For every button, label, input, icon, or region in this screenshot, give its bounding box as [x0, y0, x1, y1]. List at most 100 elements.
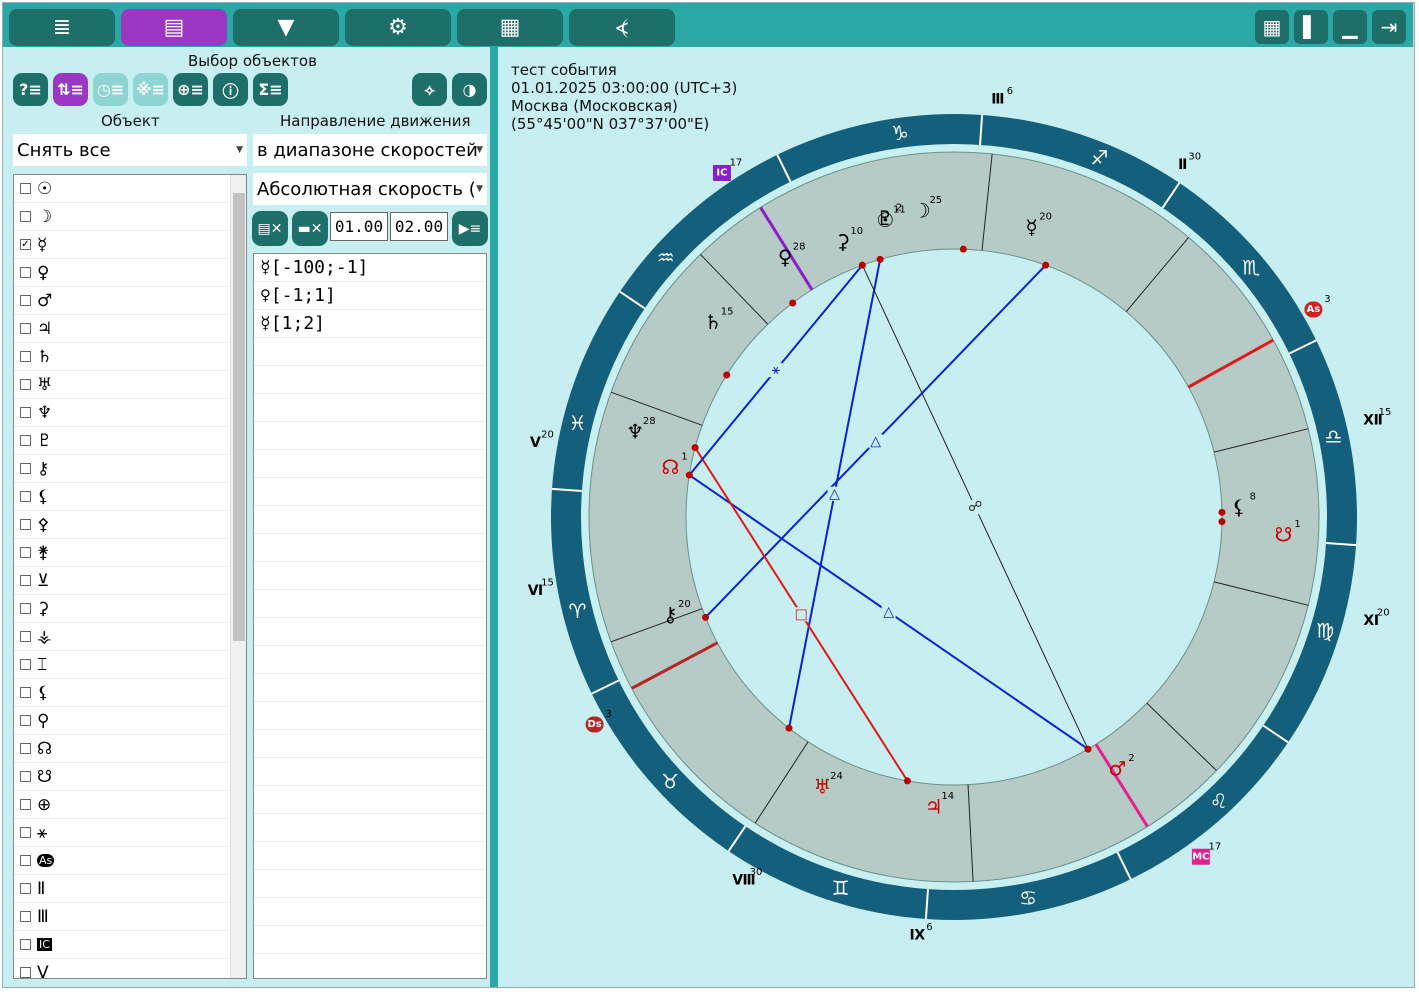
object-checkbox[interactable]	[20, 687, 31, 698]
object-list-item[interactable]: ✓ ☿	[14, 231, 246, 259]
natal-chart-wheel[interactable]: ♑♐♏♎♍♌♋♊♉♈♓♒Ⅲ 6Ⅱ 30Ⅻ15Ⅺ20Ⅸ 6Ⅷ30Ⅵ15Ⅴ 20IC17As…	[498, 47, 1414, 987]
object-list-item[interactable]: ⚵	[14, 539, 246, 567]
objects-icon: ▤	[163, 15, 185, 40]
object-checkbox[interactable]	[20, 743, 31, 754]
object-checkbox[interactable]	[20, 631, 31, 642]
time-list-button[interactable]: ◷≡	[93, 73, 128, 106]
object-checkbox[interactable]	[20, 351, 31, 362]
object-list-item[interactable]: ⚹	[14, 819, 246, 847]
object-checkbox[interactable]	[20, 603, 31, 614]
object-checkbox[interactable]	[20, 771, 31, 782]
aspect-list-button[interactable]: ※≡	[133, 73, 168, 106]
object-checkbox[interactable]: ✓	[20, 239, 31, 250]
object-checkbox[interactable]	[20, 267, 31, 278]
range-list-item[interactable]: ☿[1;2]	[254, 310, 486, 338]
object-list-item[interactable]: ♇	[14, 427, 246, 455]
object-list-item[interactable]: ♂	[14, 287, 246, 315]
logo-button[interactable]: ⦓	[569, 9, 675, 46]
object-checkbox[interactable]	[20, 883, 31, 894]
object-checkbox[interactable]	[20, 379, 31, 390]
panel-toggle-button[interactable]: ▌	[1294, 10, 1328, 44]
object-glyph: ⚵	[37, 542, 50, 563]
object-list-item[interactable]: As	[14, 847, 246, 875]
object-list-item[interactable]: ⚴	[14, 511, 246, 539]
objects-button[interactable]: ▤	[121, 9, 227, 46]
range-list-item[interactable]: ☿[-100;-1]	[254, 254, 486, 282]
planet-glyph: ☿	[1026, 215, 1038, 239]
object-list-item[interactable]: ♀	[14, 259, 246, 287]
exit-button[interactable]: ⇥	[1372, 10, 1406, 44]
object-checkbox[interactable]	[20, 463, 31, 474]
object-checkbox[interactable]	[20, 575, 31, 586]
object-checkbox[interactable]	[20, 295, 31, 306]
object-list-item[interactable]: ☋	[14, 763, 246, 791]
object-list-item[interactable]: ♆	[14, 399, 246, 427]
object-list-item[interactable]: ⚷	[14, 455, 246, 483]
range-list-item[interactable]: ♀[-1;1]	[254, 282, 486, 310]
help-list-button[interactable]: ?≡	[13, 73, 48, 106]
grid-button[interactable]: ▦	[1255, 10, 1289, 44]
nodes-button[interactable]: ⟡	[412, 73, 447, 106]
object-list-item[interactable]: ☽	[14, 203, 246, 231]
object-list-item[interactable]: Ⅱ	[14, 875, 246, 903]
object-checkbox[interactable]	[20, 659, 31, 670]
object-list-scrollbar[interactable]	[230, 175, 246, 978]
wheel-button[interactable]: ◑	[452, 73, 487, 106]
object-checkbox[interactable]	[20, 435, 31, 446]
settings-button[interactable]: ⚙	[345, 9, 451, 46]
object-checkbox[interactable]	[20, 407, 31, 418]
range-to-input[interactable]: 02.00	[390, 212, 448, 241]
globe-list-button[interactable]: ⊕≡	[173, 73, 208, 106]
range-from-input[interactable]: 01.00	[330, 212, 388, 241]
object-checkbox[interactable]	[20, 323, 31, 334]
range-list[interactable]: ☿[-100;-1] ♀[-1;1] ☿[1;2]	[253, 253, 487, 979]
planet-position-dot	[1218, 508, 1226, 516]
object-list-item[interactable]: ♄	[14, 343, 246, 371]
object-list[interactable]: ☉ ☽ ✓ ☿ ♀ ♂ ♃ ♄ ♅ ♆ ♇ ⚷ ⚸ ⚴ ⚵ ⊻ ⚳ ⚶ ⌶ ⚸ ⚲ ☊ ☋ ⊕ ⚹ As Ⅱ Ⅲ IC Ⅴ	[13, 174, 247, 979]
direction-select[interactable]: в диапазоне скоростей ▼	[253, 134, 487, 166]
object-list-item[interactable]: Ⅲ	[14, 903, 246, 931]
object-checkbox[interactable]	[20, 855, 31, 866]
object-list-item[interactable]: ⊕	[14, 791, 246, 819]
zodiac-sign-glyph: ♌	[1210, 789, 1228, 813]
object-list-item[interactable]: ♅	[14, 371, 246, 399]
object-checkbox[interactable]	[20, 547, 31, 558]
object-checkbox[interactable]	[20, 939, 31, 950]
remove-range-button[interactable]: ▬✕	[292, 211, 328, 246]
object-list-item[interactable]: ♃	[14, 315, 246, 343]
clear-list-button[interactable]: ▤✕	[252, 211, 288, 246]
object-checkbox[interactable]	[20, 183, 31, 194]
list-button[interactable]: ≣	[9, 9, 115, 46]
object-list-item[interactable]: ⚸	[14, 483, 246, 511]
object-checkbox[interactable]	[20, 715, 31, 726]
filter-button[interactable]: ▼	[233, 9, 339, 46]
object-checkbox[interactable]	[20, 911, 31, 922]
object-list-item[interactable]: ⌶	[14, 651, 246, 679]
object-checkbox[interactable]	[20, 211, 31, 222]
object-list-item[interactable]: Ⅴ	[14, 959, 246, 978]
object-list-item[interactable]: ⚸	[14, 679, 246, 707]
add-range-button[interactable]: ▶≡	[452, 211, 488, 246]
object-checkbox[interactable]	[20, 519, 31, 530]
object-list-item[interactable]: IC	[14, 931, 246, 959]
object-list-item[interactable]: ⚲	[14, 707, 246, 735]
minimize-button[interactable]: ▁	[1333, 10, 1367, 44]
object-list-item[interactable]: ⚶	[14, 623, 246, 651]
object-select[interactable]: Снять все ▼	[13, 134, 247, 166]
object-list-item[interactable]: ⊻	[14, 567, 246, 595]
object-checkbox[interactable]	[20, 967, 31, 978]
object-checkbox[interactable]	[20, 491, 31, 502]
object-list-item[interactable]: ☊	[14, 735, 246, 763]
panel-divider[interactable]	[490, 47, 498, 987]
planet-glyph: ☊	[661, 455, 679, 479]
scrollbar-thumb[interactable]	[233, 193, 245, 641]
object-checkbox[interactable]	[20, 827, 31, 838]
sum-button[interactable]: Σ≡	[253, 73, 288, 106]
object-checkbox[interactable]	[20, 799, 31, 810]
info-button[interactable]: ⓘ	[213, 73, 248, 106]
object-list-item[interactable]: ⚳	[14, 595, 246, 623]
table-button[interactable]: ▦	[457, 9, 563, 46]
object-list-item[interactable]: ☉	[14, 175, 246, 203]
sort-list-button[interactable]: ⇅≡	[53, 73, 88, 106]
speed-select[interactable]: Абсолютная скорость (▼	[253, 173, 487, 205]
